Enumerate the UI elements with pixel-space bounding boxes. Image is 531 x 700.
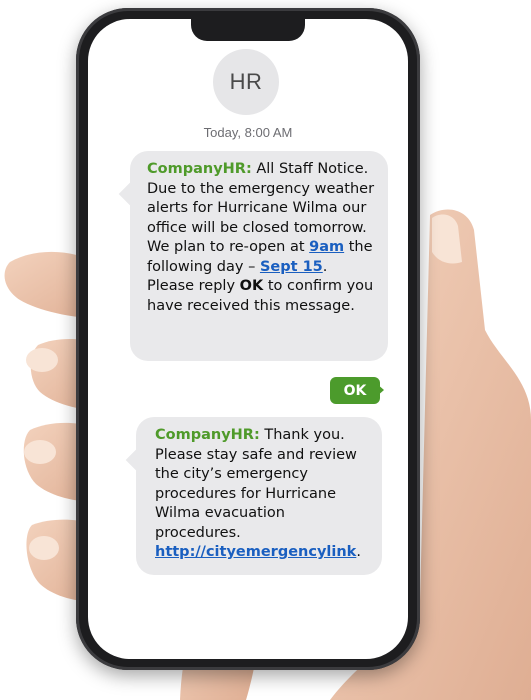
outgoing-message-bubble: OK: [330, 377, 380, 404]
message-text: .: [356, 544, 361, 560]
incoming-message-bubble: CompanyHR: Thank you. Please stay safe a…: [136, 417, 382, 575]
date-link[interactable]: Sept 15: [260, 259, 323, 275]
emergency-link[interactable]: http://cityemergencylink: [155, 544, 356, 560]
reply-text: OK: [343, 382, 367, 399]
reply-keyword: OK: [239, 278, 264, 294]
messages-screen: HR Today, 8:00 AM CompanyHR: All Staff N…: [88, 19, 408, 659]
message-sender: CompanyHR:: [147, 161, 252, 177]
avatar-initials: HR: [229, 69, 263, 94]
contact-avatar[interactable]: HR: [213, 49, 279, 115]
time-link[interactable]: 9am: [309, 239, 344, 255]
message-sender: CompanyHR:: [155, 427, 260, 443]
message-text: Thank you. Please stay safe and review t…: [155, 427, 357, 541]
incoming-message-bubble: CompanyHR: All Staff Notice. Due to the …: [130, 151, 388, 361]
message-timestamp: Today, 8:00 AM: [203, 125, 293, 140]
outgoing-bubble-tail: [377, 384, 384, 396]
phone-notch: [191, 19, 305, 41]
